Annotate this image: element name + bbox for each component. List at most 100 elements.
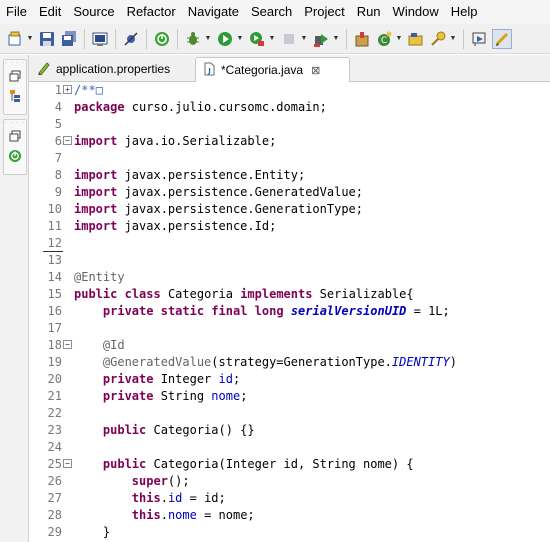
code-line[interactable]: 14 @Entity [29,269,550,286]
tab-categoria-java[interactable]: J *Categoria.java ⊠ [195,57,350,82]
menu-file[interactable]: File [0,0,33,24]
close-icon[interactable]: ⊠ [311,64,320,77]
spring-boot-dashboard-icon[interactable] [4,146,26,166]
pin-editor-icon[interactable] [470,30,488,48]
svg-text:C: C [381,36,387,46]
code-line[interactable]: 26 super(); [29,473,550,490]
external-tools-icon[interactable] [312,30,330,48]
code-line[interactable]: 23 public Categoria() {} [29,422,550,439]
expand-fold-icon[interactable]: + [63,85,72,94]
new-icon[interactable] [6,30,24,48]
code-token: /** [74,83,96,97]
code-token: ) [449,355,457,369]
collapse-fold-icon[interactable]: − [63,340,72,349]
save-icon[interactable] [38,30,56,48]
debug-dropdown-icon[interactable]: ▼ [204,30,212,48]
code-line[interactable]: 10 import javax.persistence.GenerationTyp… [29,201,550,218]
code-text: import javax.persistence.Id; [74,218,276,235]
code-line[interactable]: 15 public class Categoria implements Seri… [29,286,550,303]
code-line[interactable]: 25− public Categoria(Integer id, String … [29,456,550,473]
code-line[interactable]: 24 [29,439,550,456]
restore-icon[interactable] [4,126,26,146]
code-line[interactable]: 29 } [29,524,550,541]
menu-window[interactable]: Window [387,0,445,24]
code-line[interactable]: 13 [29,252,550,269]
code-line[interactable]: 22 [29,405,550,422]
code-line[interactable]: 9 import javax.persistence.GeneratedValue… [29,184,550,201]
toolbar-separator [115,28,116,49]
code-line[interactable]: 12 [29,235,550,252]
coverage-dropdown-icon[interactable]: ▼ [268,30,276,48]
search-dropdown-icon[interactable]: ▼ [449,30,457,48]
code-line[interactable]: 5 [29,116,550,133]
code-line[interactable]: 6− import java.io.Serializable; [29,133,550,150]
skip-breakpoints-icon[interactable] [122,30,140,48]
code-line[interactable]: 4 package curso.julio.cursomc.domain; [29,99,550,116]
new-java-package-icon[interactable] [353,30,371,48]
code-line[interactable]: 18− @Id [29,337,550,354]
code-text: import javax.persistence.GenerationType; [74,201,363,218]
spring-boot-icon[interactable] [153,30,171,48]
menu-source[interactable]: Source [67,0,120,24]
line-number: 27 [47,491,62,505]
code-line[interactable]: 20 private Integer id; [29,371,550,388]
code-line[interactable]: 1 +/**□ [29,82,550,99]
restore-icon[interactable] [4,66,26,86]
menu-refactor[interactable]: Refactor [121,0,182,24]
save-all-icon[interactable] [60,30,78,48]
code-line[interactable]: 19 @GeneratedValue(strategy=GenerationTy… [29,354,550,371]
code-token: public [74,287,118,301]
tab-application-properties[interactable]: application.properties [31,57,191,81]
code-line[interactable]: 16 private static final long serialVersi… [29,303,550,320]
new-java-class-dropdown-icon[interactable]: ▼ [395,30,403,48]
line-number: 14 [47,270,62,284]
line-number: 4 [54,100,62,114]
menu-project[interactable]: Project [298,0,350,24]
code-line[interactable]: 21 private String nome; [29,388,550,405]
debug-icon[interactable] [184,30,202,48]
drag-handle[interactable]: · · · · [4,60,26,66]
code-line[interactable]: 11 import javax.persistence.Id; [29,218,550,235]
collapse-fold-icon[interactable]: − [63,459,72,468]
code-editor[interactable]: 1 +/**□ 4 package curso.julio.cursomc.domai… [29,82,550,542]
new-java-class-icon[interactable]: C [375,30,393,48]
drag-handle[interactable]: · · · · [4,120,26,126]
code-line[interactable]: 28 this.nome = nome; [29,507,550,524]
new-dropdown-icon[interactable]: ▼ [26,30,34,48]
menu-run[interactable]: Run [351,0,387,24]
collapse-fold-icon[interactable]: − [63,136,72,145]
code-token: @GeneratedValue [102,355,212,369]
toolbar-separator [84,28,85,49]
menu-search[interactable]: Search [245,0,298,24]
menu-help[interactable]: Help [445,0,484,24]
search-task-icon[interactable] [429,30,447,48]
run-dropdown-icon[interactable]: ▼ [236,30,244,48]
stop-dropdown-icon[interactable]: ▼ [300,30,308,48]
code-text: @GeneratedValue(strategy=GenerationType.… [74,354,457,371]
code-token: this [131,508,161,522]
line-number: 20 [47,372,62,386]
external-tools-dropdown-icon[interactable]: ▼ [332,30,340,48]
highlight-occurrences-icon[interactable] [492,28,512,49]
run-icon[interactable] [216,30,234,48]
stop-icon[interactable] [280,30,298,48]
menu-edit[interactable]: Edit [33,0,67,24]
line-number: 25 [47,457,62,471]
code-line[interactable]: 8 import javax.persistence.Entity; [29,167,550,184]
code-line[interactable]: 7 [29,150,550,167]
code-token: } [74,525,111,539]
code-token: = 1L; [406,304,450,318]
open-type-icon[interactable] [407,30,425,48]
code-line[interactable]: 17 [29,320,550,337]
line-number: 22 [47,406,62,420]
console-icon[interactable] [91,30,109,48]
package-explorer-icon[interactable] [4,86,26,106]
coverage-icon[interactable] [248,30,266,48]
tab-label: *Categoria.java [221,63,304,77]
code-line[interactable]: 27 this.id = id; [29,490,550,507]
code-token: nome [167,508,197,522]
menu-navigate[interactable]: Navigate [182,0,245,24]
code-text: public Categoria() {} [74,422,255,439]
